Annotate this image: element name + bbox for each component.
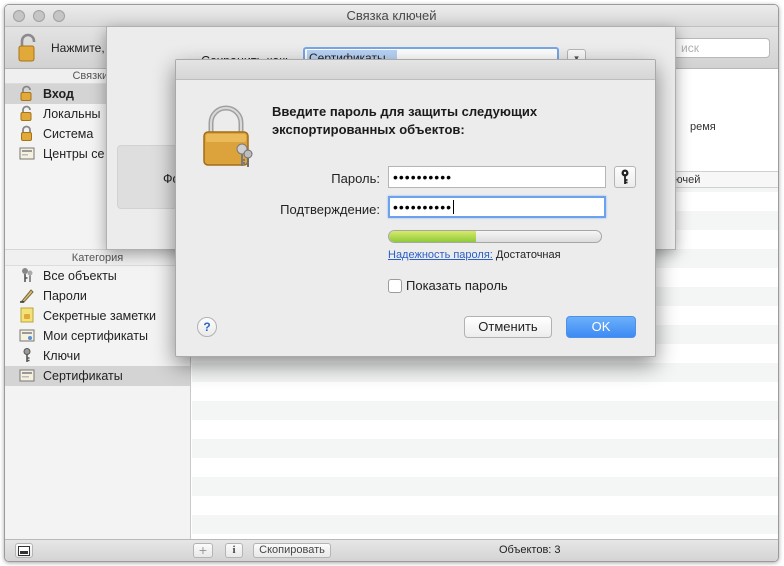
lock-open-icon — [20, 85, 32, 101]
key-icon — [621, 169, 629, 184]
text-caret — [453, 200, 455, 214]
keychain-lock-icon — [203, 105, 253, 167]
password-field[interactable]: •••••••••• — [388, 166, 606, 188]
category-list: Все объекты Пароли Секретные заметки Мои се… — [5, 266, 190, 386]
keychain-item-label: Локальны — [43, 107, 101, 121]
show-password-label[interactable]: Показать пароль — [406, 278, 508, 293]
screenshot-icon[interactable] — [15, 543, 33, 558]
info-button[interactable]: i — [225, 543, 243, 558]
add-button[interactable]: + — [193, 543, 213, 558]
cancel-button[interactable]: Отменить — [464, 316, 552, 338]
strength-link[interactable]: Надежность пароля: — [388, 249, 493, 261]
password-value: •••••••••• — [393, 169, 453, 185]
list-row[interactable] — [192, 515, 778, 534]
title-bar: Связка ключей — [5, 5, 778, 27]
my-cert-icon — [19, 329, 35, 342]
dialog-heading: Введите пароль для защиты следующих эксп… — [272, 104, 538, 137]
copy-button[interactable]: Скопировать — [253, 543, 331, 558]
category-item-label: Все объекты — [43, 269, 117, 283]
all-items-icon — [22, 268, 33, 282]
note-icon — [20, 307, 34, 323]
category-item[interactable]: Пароли — [5, 286, 190, 306]
search-placeholder: иск — [681, 41, 699, 55]
ok-button[interactable]: OK — [566, 316, 636, 338]
category-item-label: Ключи — [43, 349, 81, 363]
password-dialog: Введите пароль для защиты следующих эксп… — [175, 59, 656, 357]
category-item[interactable]: Ключи — [5, 346, 190, 366]
lock-hint-text: Нажмите, — [51, 41, 105, 55]
list-row[interactable] — [192, 363, 778, 382]
cert-folder-icon — [19, 147, 35, 160]
category-item[interactable]: Мои сертификаты — [5, 326, 190, 346]
strength-meter — [388, 230, 602, 243]
category-item[interactable]: Все объекты — [5, 266, 190, 286]
show-password-checkbox[interactable] — [388, 279, 402, 293]
cert-icon — [19, 369, 35, 382]
strength-line: Надежность пароля: Достаточная — [388, 249, 561, 261]
key-icon — [23, 348, 31, 362]
help-button[interactable]: ? — [197, 317, 217, 337]
list-row[interactable] — [192, 439, 778, 458]
status-bar: + i Скопировать Объектов: 3 — [5, 539, 778, 561]
category-section: Категория Все объекты Пароли Секретные зам… — [5, 249, 190, 386]
confirm-label: Подтверждение: — [280, 202, 380, 217]
category-header: Категория — [5, 249, 190, 266]
strength-value: Достаточная — [495, 249, 561, 261]
strength-meter-fill — [389, 231, 476, 242]
category-item-label: Сертификаты — [43, 369, 123, 383]
object-count: Объектов: 3 — [499, 544, 561, 556]
category-item-label: Пароли — [43, 289, 87, 303]
pen-icon — [20, 289, 34, 303]
confirm-value: •••••••••• — [393, 199, 453, 215]
category-item-label: Секретные заметки — [43, 309, 156, 323]
password-label: Пароль: — [331, 171, 380, 186]
detail-text: ремя — [690, 121, 716, 133]
list-row[interactable] — [192, 401, 778, 420]
window-title: Связка ключей — [346, 8, 437, 23]
column-header[interactable]: лючей — [660, 171, 778, 188]
keychain-item-label: Система — [43, 127, 94, 141]
password-assistant-button[interactable] — [614, 166, 636, 188]
lock-open-icon — [20, 105, 32, 121]
list-row[interactable] — [192, 477, 778, 496]
lock-open-icon[interactable] — [17, 33, 39, 63]
category-item[interactable]: Сертификаты — [5, 366, 190, 386]
keychain-item-label: Центры се — [43, 147, 105, 161]
confirm-password-field[interactable]: •••••••••• — [388, 196, 606, 218]
category-item[interactable]: Секретные заметки — [5, 306, 190, 326]
keychain-item-label: Вход — [43, 87, 74, 101]
zoom-window-button[interactable] — [53, 10, 65, 22]
search-input[interactable]: иск — [660, 38, 770, 58]
dialog-title-strip — [176, 60, 655, 80]
category-item-label: Мои сертификаты — [43, 329, 148, 343]
lock-icon — [21, 125, 32, 141]
close-window-button[interactable] — [13, 10, 25, 22]
minimize-window-button[interactable] — [33, 10, 45, 22]
